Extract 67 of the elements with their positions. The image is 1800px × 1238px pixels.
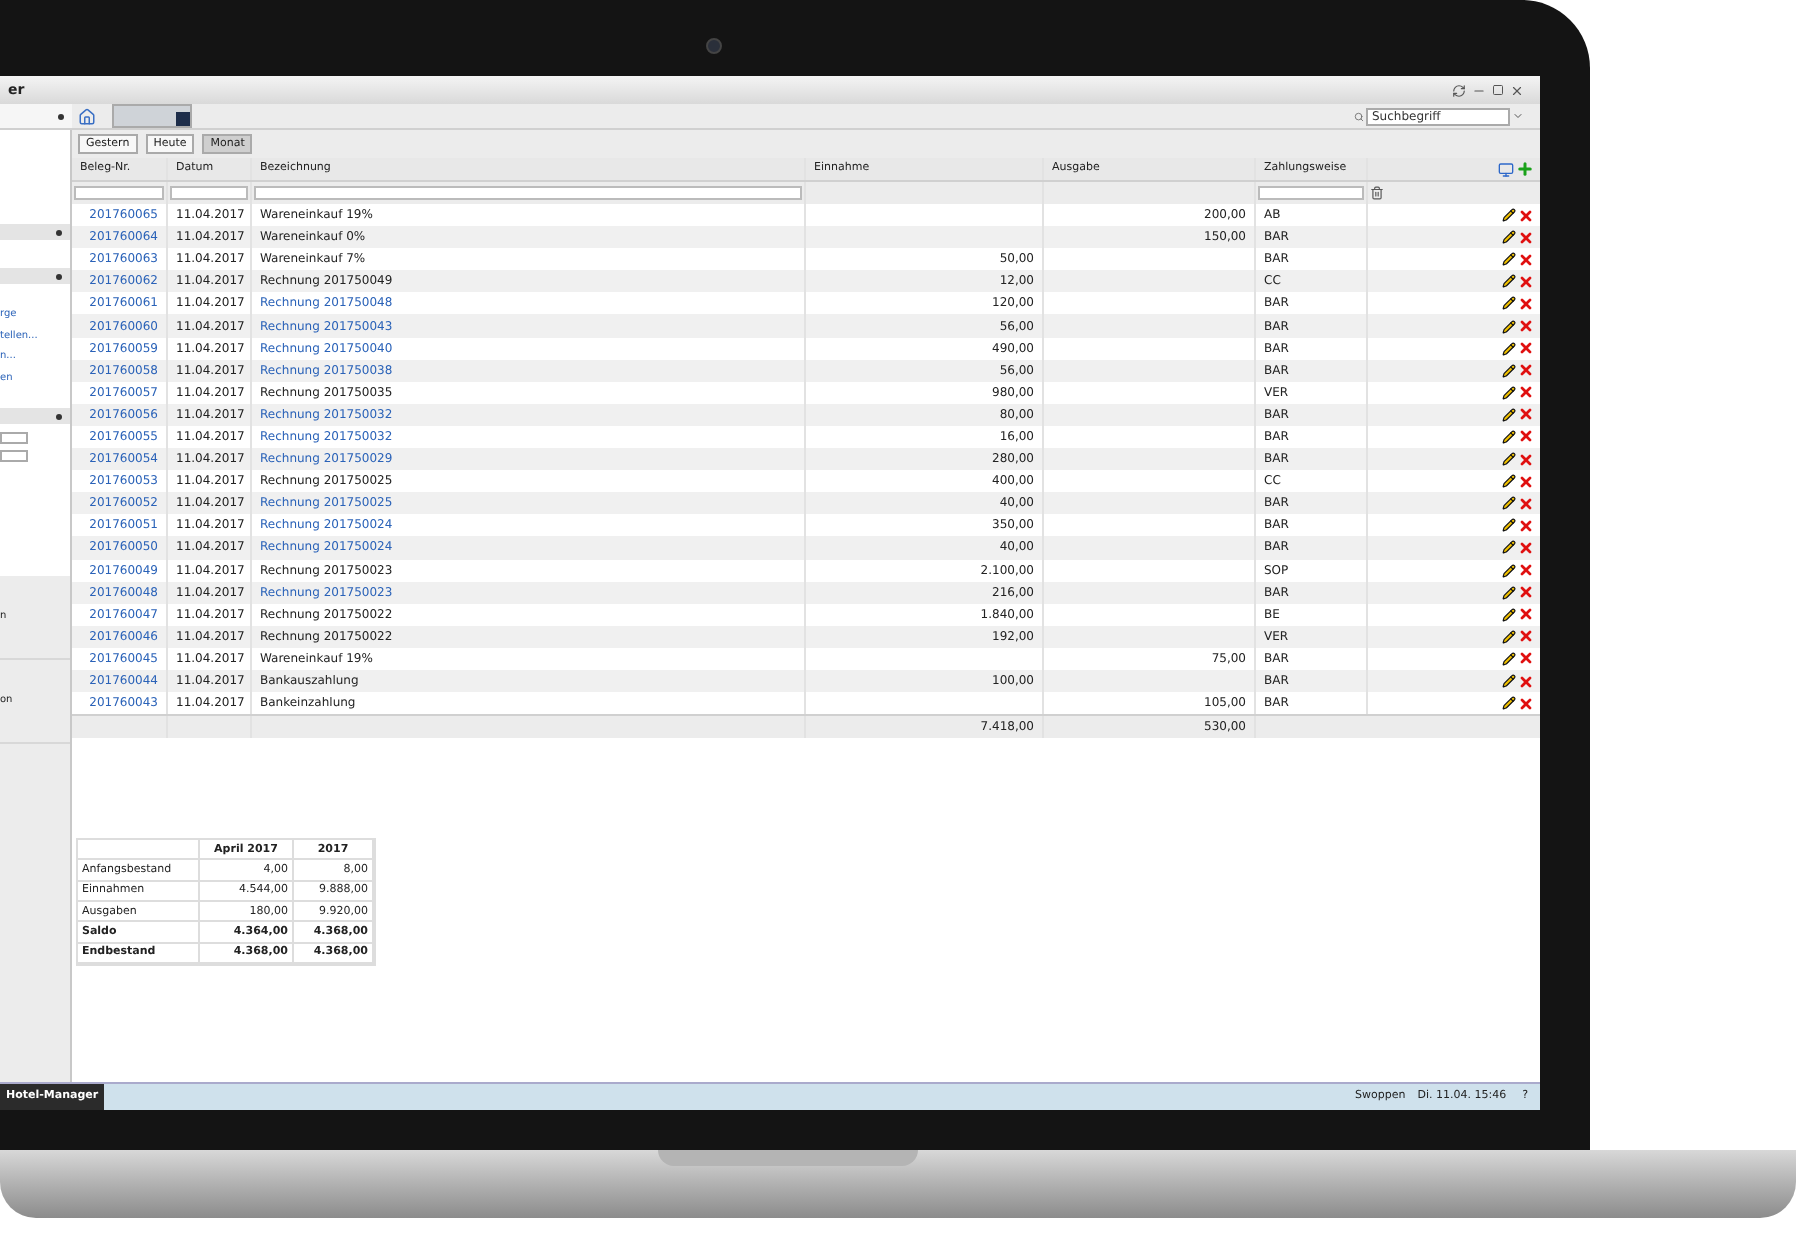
edit-icon[interactable] [1502, 518, 1516, 533]
delete-icon[interactable] [1518, 628, 1534, 645]
clear-filter-icon[interactable] [1370, 186, 1384, 200]
edit-icon[interactable] [1502, 319, 1516, 334]
delete-icon[interactable] [1518, 229, 1534, 246]
collapse-icon[interactable] [56, 413, 62, 419]
delete-icon[interactable] [1518, 673, 1534, 690]
edit-icon[interactable] [1502, 474, 1516, 489]
add-icon[interactable] [1516, 160, 1534, 178]
camera-icon [706, 38, 722, 54]
edit-icon[interactable] [1502, 674, 1516, 689]
filter-field[interactable] [254, 186, 802, 200]
refresh-icon[interactable] [1452, 83, 1466, 97]
edit-icon[interactable] [1502, 540, 1516, 555]
delete-icon[interactable] [1518, 384, 1534, 401]
edit-icon[interactable] [1502, 629, 1516, 644]
edit-icon[interactable] [1502, 607, 1516, 622]
delete-icon[interactable] [1518, 251, 1534, 268]
search-icon [1354, 111, 1364, 121]
delete-icon[interactable] [1518, 295, 1534, 312]
delete-icon[interactable] [1518, 207, 1534, 224]
delete-icon[interactable] [1518, 340, 1534, 357]
filter-field[interactable] [74, 186, 164, 200]
delete-icon[interactable] [1518, 562, 1534, 579]
edit-icon[interactable] [1502, 696, 1516, 711]
thumbnail-icon [176, 112, 190, 126]
filter-field[interactable] [170, 186, 248, 200]
home-icon[interactable] [78, 107, 96, 125]
collapse-icon[interactable] [58, 113, 64, 119]
delete-icon[interactable] [1518, 473, 1534, 490]
delete-icon[interactable] [1518, 428, 1534, 445]
delete-icon[interactable] [1518, 584, 1534, 601]
edit-icon[interactable] [1502, 651, 1516, 666]
collapse-icon[interactable] [56, 273, 62, 279]
filter-field[interactable] [1258, 186, 1364, 200]
collapse-icon[interactable] [56, 229, 62, 235]
delete-icon[interactable] [1518, 495, 1534, 512]
edit-icon[interactable] [1502, 363, 1516, 378]
delete-icon[interactable] [1518, 539, 1534, 556]
maximize-icon[interactable] [1492, 84, 1504, 96]
edit-icon[interactable] [1502, 230, 1516, 245]
edit-icon[interactable] [1502, 208, 1516, 223]
delete-icon[interactable] [1518, 606, 1534, 623]
edit-icon[interactable] [1502, 274, 1516, 289]
delete-icon[interactable] [1518, 695, 1534, 712]
edit-icon[interactable] [1502, 341, 1516, 356]
edit-icon[interactable] [1502, 252, 1516, 267]
delete-icon[interactable] [1518, 517, 1534, 534]
edit-icon[interactable] [1502, 452, 1516, 467]
select-field[interactable] [0, 450, 28, 462]
edit-icon[interactable] [1502, 563, 1516, 578]
edit-icon[interactable] [1502, 585, 1516, 600]
edit-icon[interactable] [1502, 407, 1516, 422]
edit-icon[interactable] [1502, 296, 1516, 311]
edit-icon[interactable] [1502, 496, 1516, 511]
close-icon[interactable] [1510, 83, 1524, 97]
delete-icon[interactable] [1518, 451, 1534, 468]
select-field[interactable] [0, 432, 28, 444]
edit-icon[interactable] [1502, 429, 1516, 444]
delete-icon[interactable] [1518, 318, 1534, 335]
delete-icon[interactable] [1518, 406, 1534, 423]
delete-icon[interactable] [1518, 273, 1534, 290]
delete-icon[interactable] [1518, 650, 1534, 667]
edit-icon[interactable] [1502, 385, 1516, 400]
tab-thumbnail[interactable] [112, 104, 192, 128]
monitor-icon[interactable] [1498, 161, 1514, 177]
delete-icon[interactable] [1518, 362, 1534, 379]
